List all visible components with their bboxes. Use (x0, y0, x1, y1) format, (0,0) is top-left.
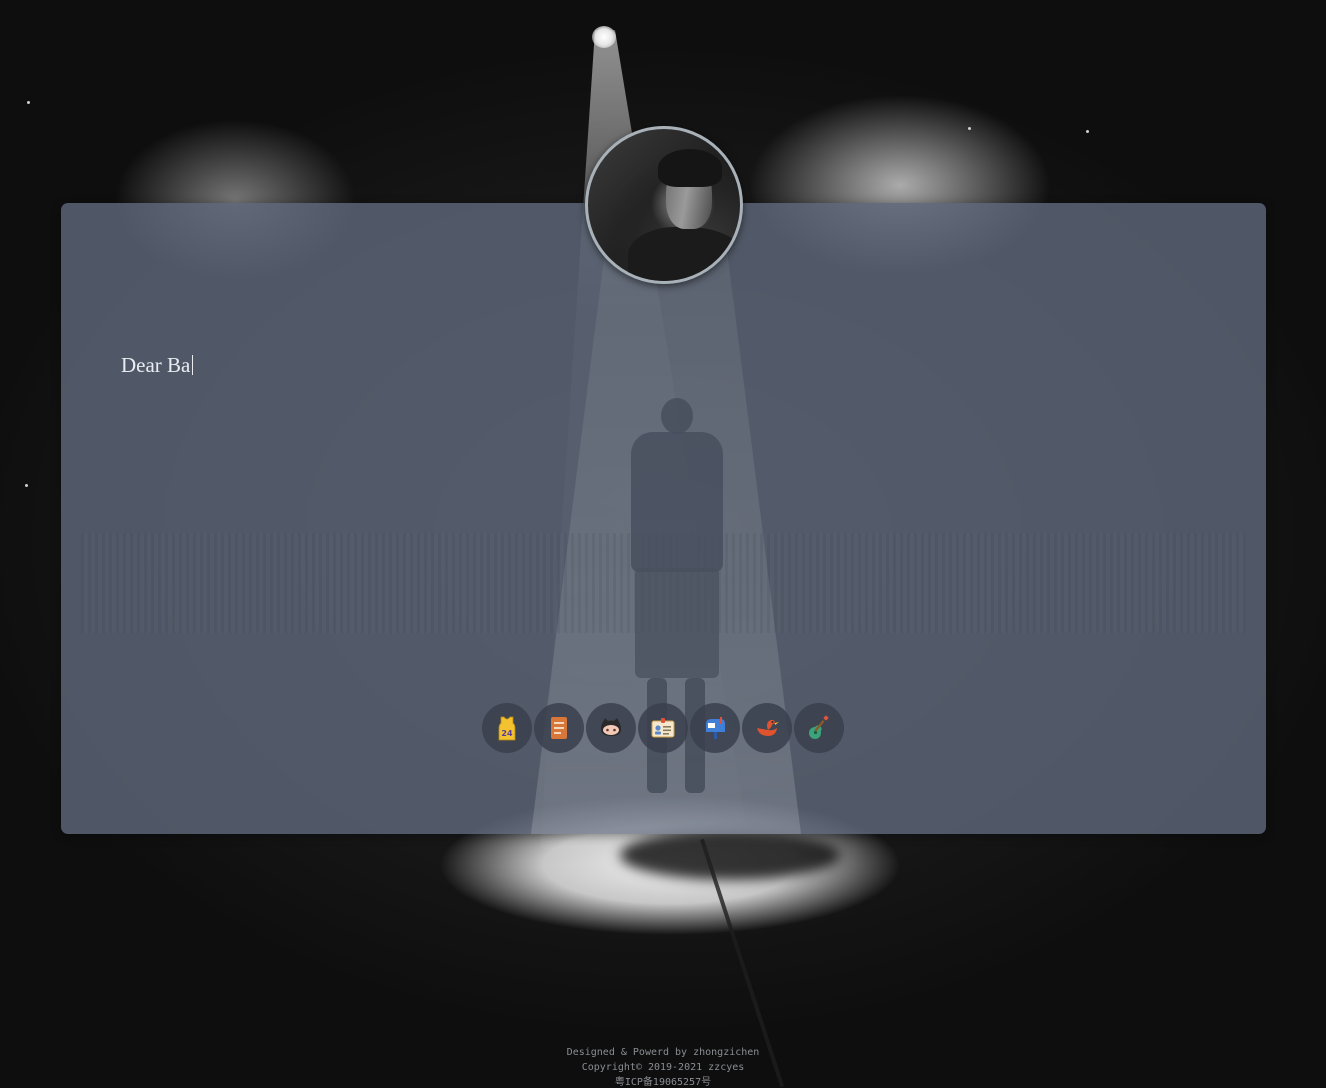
weibo-link-button[interactable] (742, 703, 792, 753)
light-dot (968, 127, 971, 130)
light-dot (1086, 130, 1089, 133)
copyright-text: Copyright© 2019-2021 zzcyes (581, 1062, 745, 1073)
background-stage: Dear Ba 24 Designed & Powerd by zhongzic… (0, 0, 1326, 1088)
svg-text:24: 24 (501, 729, 513, 738)
music-link-button[interactable] (794, 703, 844, 753)
mailbox-icon (706, 717, 725, 739)
social-links: 24 (482, 703, 844, 753)
jersey-24-icon: 24 (498, 716, 516, 741)
guitar-icon (809, 715, 829, 739)
blog-link-button[interactable] (534, 703, 584, 753)
designed-by-text: Designed & Powerd by zhongzichen (566, 1047, 760, 1058)
email-link-button[interactable] (690, 703, 740, 753)
id-card-icon (651, 718, 675, 738)
bird-icon (757, 719, 779, 736)
typed-greeting: Dear Ba (121, 353, 191, 377)
typewriter-text: Dear Ba (121, 353, 194, 378)
spotlight-lamp (592, 26, 616, 48)
jersey-link-button[interactable]: 24 (482, 703, 532, 753)
avatar[interactable] (585, 126, 743, 284)
floor-shadow (620, 830, 840, 880)
footer: Designed & Powerd by zhongzichen Copyrig… (0, 1045, 1326, 1088)
document-icon (551, 717, 567, 739)
github-octocat-icon (601, 718, 621, 736)
github-link-button[interactable] (586, 703, 636, 753)
profile-card-link-button[interactable] (638, 703, 688, 753)
light-dot (27, 101, 30, 104)
light-dot (25, 484, 28, 487)
text-cursor (192, 355, 194, 375)
icp-link[interactable]: 粤ICP备19065257号 (615, 1077, 711, 1088)
